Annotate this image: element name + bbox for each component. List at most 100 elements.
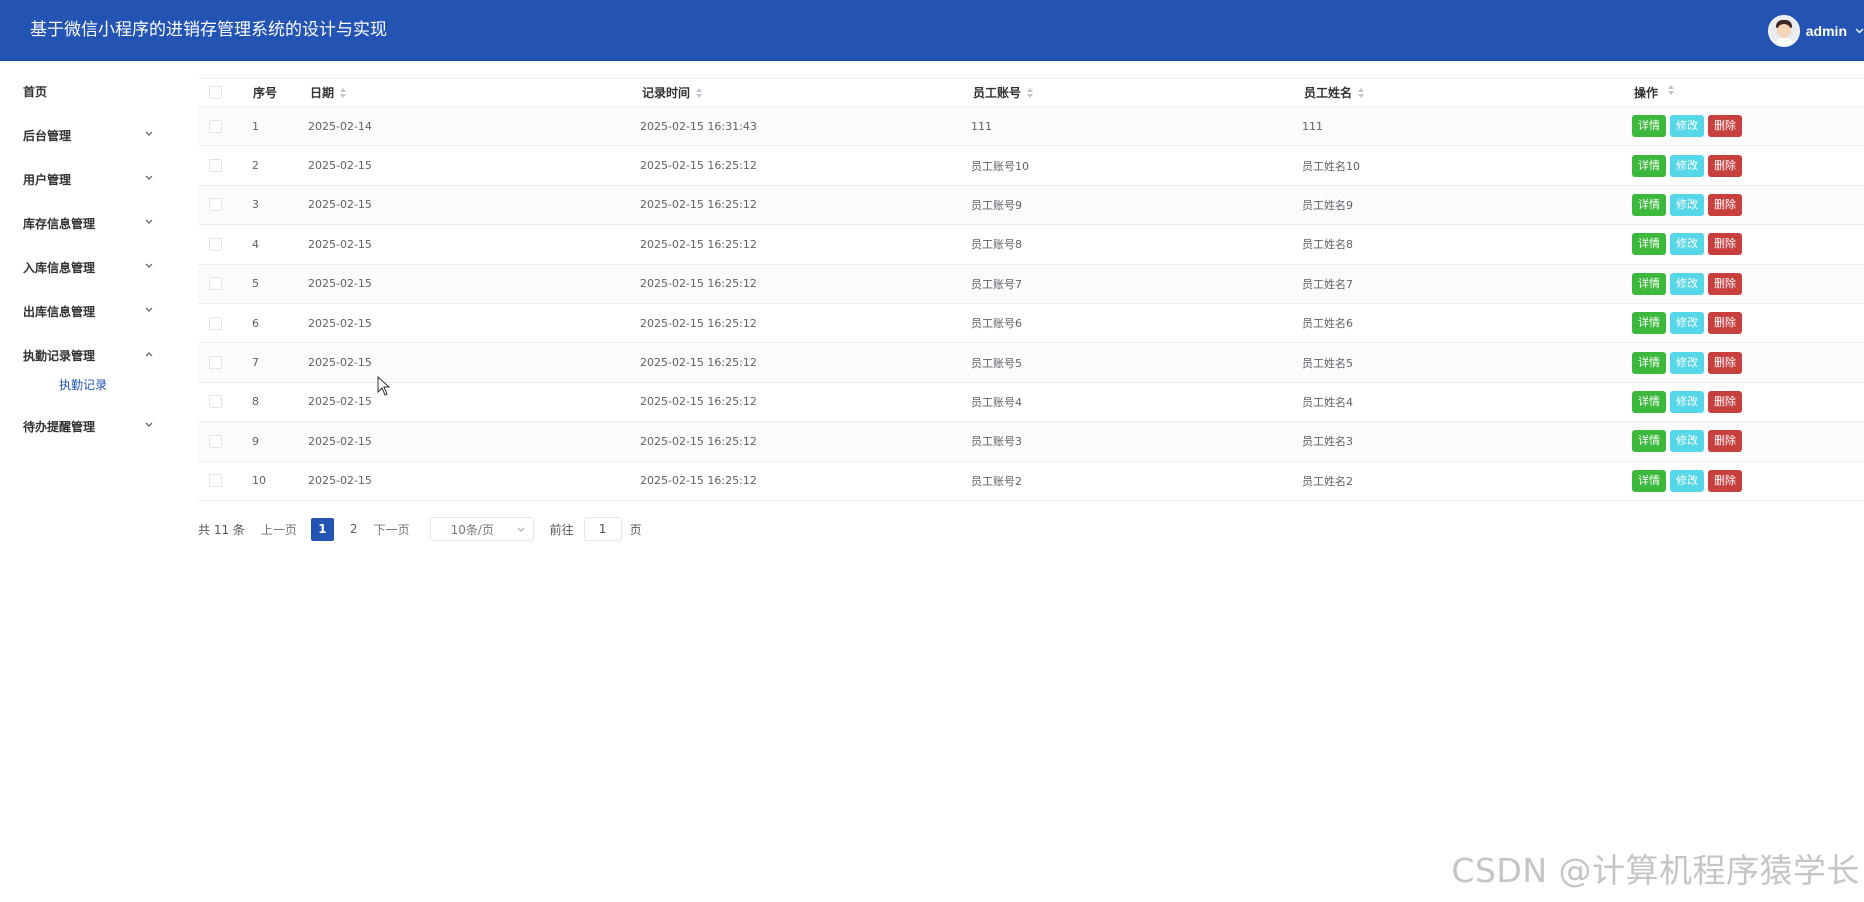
row-checkbox[interactable]	[209, 198, 222, 212]
page-1-button[interactable]: 1	[310, 517, 334, 541]
edit-button[interactable]: 修改	[1670, 390, 1704, 413]
row-checkbox[interactable]	[209, 395, 222, 409]
sidebar-item-label: 待办提醒管理	[23, 419, 96, 434]
delete-button[interactable]: 删除	[1708, 312, 1742, 335]
edit-button[interactable]: 修改	[1670, 312, 1704, 335]
detail-button[interactable]: 详情	[1632, 430, 1666, 453]
row-date: 2025-02-14	[308, 119, 372, 133]
row-checkbox[interactable]	[209, 356, 222, 370]
table-row: 7 2025-02-15 2025-02-15 16:25:12 员工账号5 员…	[198, 343, 1864, 383]
delete-button[interactable]: 删除	[1708, 272, 1742, 295]
table-row: 2 2025-02-15 2025-02-15 16:25:12 员工账号10 …	[198, 146, 1864, 186]
row-employee-account: 员工账号7	[971, 277, 1022, 291]
row-employee-account: 员工账号8	[971, 238, 1022, 252]
sidebar-subitem-duty-record[interactable]: 执勤记录	[59, 376, 107, 393]
detail-button[interactable]: 详情	[1632, 115, 1666, 138]
row-date: 2025-02-15	[308, 237, 372, 251]
table-row: 3 2025-02-15 2025-02-15 16:25:12 员工账号9 员…	[198, 185, 1864, 226]
row-record-time: 2025-02-15 16:25:12	[640, 395, 757, 409]
delete-button[interactable]: 删除	[1708, 469, 1742, 492]
user-name[interactable]: admin	[1806, 23, 1847, 39]
pagination: 共 11 条 上一页 1 2 下一页 10条/页 前往 页	[198, 517, 642, 541]
delete-button[interactable]: 删除	[1708, 154, 1742, 177]
row-date: 2025-02-15	[308, 198, 372, 212]
detail-button[interactable]: 详情	[1632, 272, 1666, 295]
detail-button[interactable]: 详情	[1632, 312, 1666, 335]
sidebar-item-inventory[interactable]: 库存信息管理	[23, 212, 153, 234]
edit-button[interactable]: 修改	[1670, 233, 1704, 256]
edit-button[interactable]: 修改	[1670, 469, 1704, 492]
detail-button[interactable]: 详情	[1632, 233, 1666, 256]
chevron-down-icon	[145, 175, 153, 183]
goto-page-input[interactable]	[583, 517, 622, 541]
column-header-date[interactable]: 日期	[310, 84, 347, 101]
detail-button[interactable]: 详情	[1632, 193, 1666, 216]
row-checkbox[interactable]	[209, 277, 222, 291]
edit-button[interactable]: 修改	[1670, 193, 1704, 216]
row-checkbox[interactable]	[209, 237, 222, 251]
chevron-down-icon	[145, 263, 153, 271]
row-checkbox[interactable]	[209, 474, 222, 488]
row-record-time: 2025-02-15 16:25:12	[640, 277, 757, 291]
sort-icon[interactable]	[1358, 87, 1365, 101]
sidebar-item-users[interactable]: 用户管理	[23, 168, 153, 190]
sort-icon[interactable]	[1668, 84, 1675, 101]
next-page-button[interactable]: 下一页	[374, 521, 410, 538]
delete-button[interactable]: 删除	[1708, 193, 1742, 216]
sidebar-item-todo[interactable]: 待办提醒管理	[23, 415, 153, 437]
column-header-employee-account[interactable]: 员工账号	[973, 84, 1034, 101]
delete-button[interactable]: 删除	[1708, 351, 1742, 374]
sort-icon[interactable]	[696, 87, 703, 101]
sidebar-item-stock-out[interactable]: 出库信息管理	[23, 300, 153, 322]
row-employee-name: 员工姓名5	[1302, 356, 1353, 370]
delete-button[interactable]: 删除	[1708, 430, 1742, 453]
row-record-time: 2025-02-15 16:25:12	[640, 198, 757, 212]
edit-button[interactable]: 修改	[1670, 430, 1704, 453]
row-checkbox[interactable]	[209, 159, 222, 173]
table-body: 1 2025-02-14 2025-02-15 16:31:43 111 111…	[198, 107, 1864, 501]
page-2-button[interactable]: 2	[350, 522, 358, 536]
sort-icon[interactable]	[1027, 87, 1034, 101]
row-checkbox[interactable]	[209, 119, 222, 133]
select-all-checkbox[interactable]	[209, 86, 222, 99]
row-date: 2025-02-15	[308, 159, 372, 173]
edit-button[interactable]: 修改	[1670, 115, 1704, 138]
user-menu[interactable]: admin	[1767, 14, 1864, 48]
row-employee-name: 员工姓名9	[1302, 198, 1353, 212]
chevron-down-icon[interactable]	[1855, 26, 1864, 37]
row-checkbox[interactable]	[209, 316, 222, 330]
page-size-select[interactable]: 10条/页	[429, 517, 534, 541]
row-date: 2025-02-15	[308, 356, 372, 370]
sidebar: 首页 后台管理 用户管理 库存信息管理 入库信息管理 出库信息管理 执勤记录管理…	[0, 62, 166, 902]
row-record-time: 2025-02-15 16:25:12	[640, 159, 757, 173]
prev-page-button[interactable]: 上一页	[261, 521, 297, 538]
edit-button[interactable]: 修改	[1670, 154, 1704, 177]
row-employee-name: 员工姓名2	[1302, 474, 1353, 488]
edit-button[interactable]: 修改	[1670, 351, 1704, 374]
sidebar-item-home[interactable]: 首页	[23, 80, 153, 102]
detail-button[interactable]: 详情	[1632, 154, 1666, 177]
table-row: 9 2025-02-15 2025-02-15 16:25:12 员工账号3 员…	[198, 422, 1864, 462]
sort-icon[interactable]	[340, 87, 347, 101]
detail-button[interactable]: 详情	[1632, 469, 1666, 492]
detail-button[interactable]: 详情	[1632, 351, 1666, 374]
avatar[interactable]	[1767, 15, 1800, 47]
total-count: 共 11 条	[198, 522, 245, 537]
sidebar-item-duty-records[interactable]: 执勤记录管理	[23, 344, 153, 366]
column-header-label: 日期	[310, 86, 335, 100]
detail-button[interactable]: 详情	[1632, 390, 1666, 413]
sidebar-item-backend[interactable]: 后台管理	[23, 124, 153, 146]
delete-button[interactable]: 删除	[1708, 390, 1742, 413]
column-header-label: 记录时间	[642, 86, 691, 100]
duty-record-table: 序号 日期 记录时间 员工账号 员工姓名 操作 1 2025-02-14 202…	[198, 78, 1864, 501]
column-header-actions[interactable]: 操作	[1634, 84, 1675, 101]
column-header-employee-name[interactable]: 员工姓名	[1304, 84, 1365, 101]
row-index: 8	[252, 395, 259, 409]
column-header-record-time[interactable]: 记录时间	[642, 84, 703, 101]
sidebar-item-stock-in[interactable]: 入库信息管理	[23, 256, 153, 278]
row-checkbox[interactable]	[209, 434, 222, 448]
row-employee-account: 员工账号6	[971, 317, 1022, 331]
delete-button[interactable]: 删除	[1708, 115, 1742, 138]
edit-button[interactable]: 修改	[1670, 272, 1704, 295]
delete-button[interactable]: 删除	[1708, 233, 1742, 256]
